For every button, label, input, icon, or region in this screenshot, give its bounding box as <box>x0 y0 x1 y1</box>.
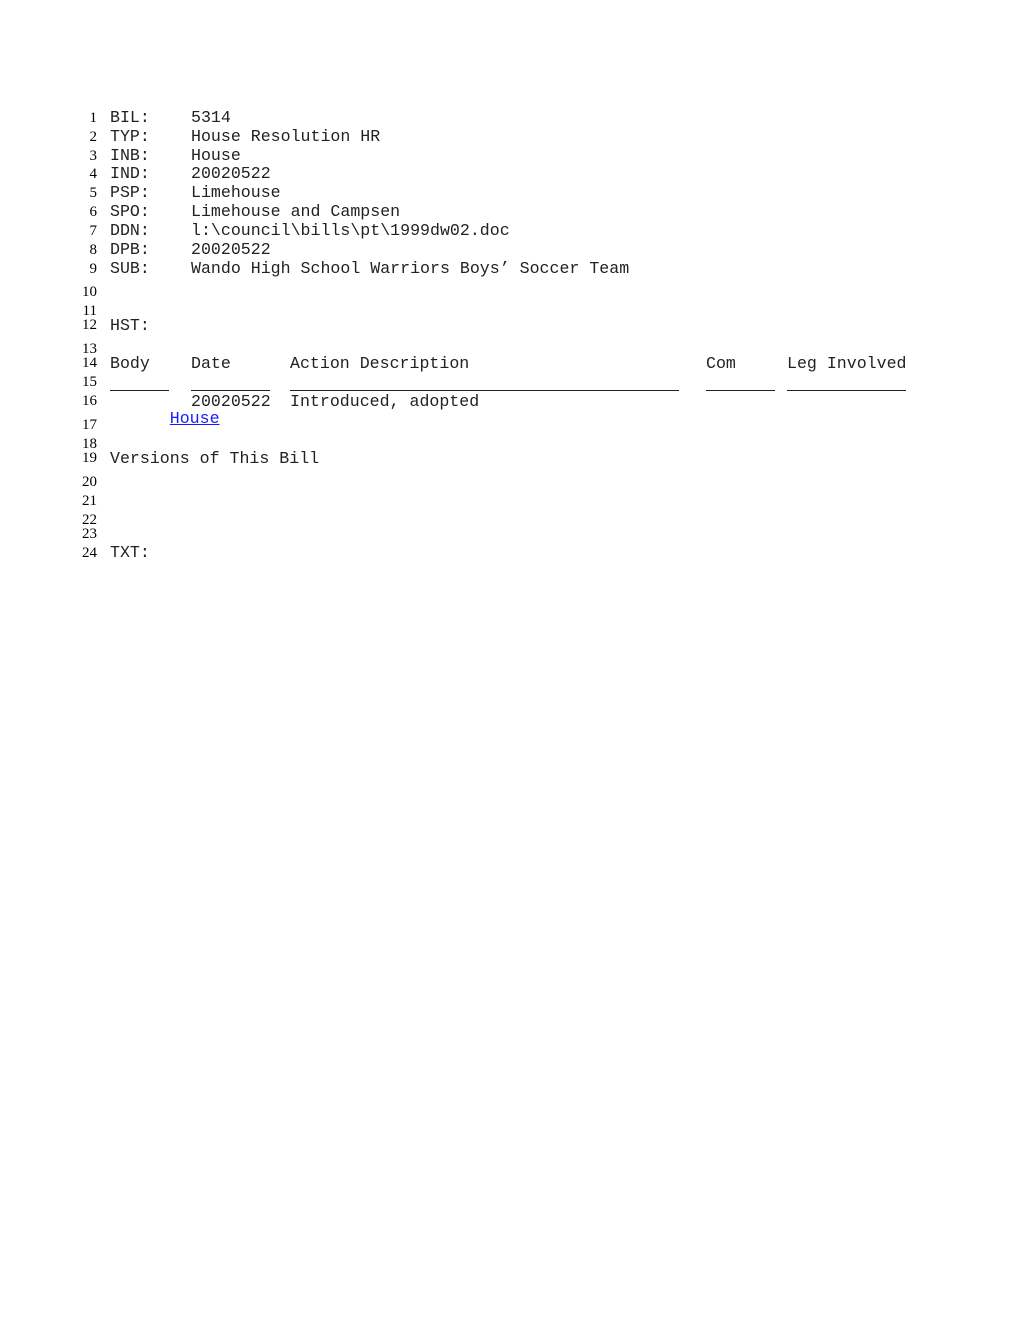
line-number: 24 <box>82 545 97 561</box>
line-number: 1 <box>89 110 98 126</box>
line-number: 20 <box>82 474 97 490</box>
line-number: 23 <box>82 526 97 542</box>
field-label-ddn: DDN: <box>110 221 150 240</box>
column-header-date: Date <box>191 354 231 373</box>
divider <box>787 390 906 391</box>
field-value-psp: Limehouse <box>191 183 281 202</box>
line-number: 10 <box>82 284 97 300</box>
field-value-dpb: 20020522 <box>191 240 271 259</box>
field-value-spo: Limehouse and Campsen <box>191 202 401 221</box>
history-label: HST: <box>110 316 150 335</box>
line-number: 19 <box>82 450 97 466</box>
line-number: 12 <box>82 317 97 333</box>
column-header-leg: Leg Involved <box>787 354 907 373</box>
divider <box>290 390 679 391</box>
divider <box>706 390 775 391</box>
line-number: 2 <box>89 129 98 145</box>
column-header-com: Com <box>706 354 736 373</box>
line-number: 15 <box>82 374 97 390</box>
line-number: 3 <box>89 148 98 164</box>
field-label-ind: IND: <box>110 164 150 183</box>
line-number: 8 <box>89 242 98 258</box>
line-number: 14 <box>82 355 97 371</box>
line-number: 4 <box>89 166 98 182</box>
line-number: 7 <box>89 223 98 239</box>
field-value-inb: House <box>191 146 241 165</box>
field-value-typ: House Resolution HR <box>191 127 381 146</box>
field-value-sub: Wando High School Warriors Boys’ Soccer … <box>191 259 630 278</box>
house-link[interactable]: House <box>170 409 220 428</box>
line-number: 16 <box>82 393 97 409</box>
field-label-bil: BIL: <box>110 108 150 127</box>
cell-action: Introduced, adopted <box>290 392 480 411</box>
line-number: 21 <box>82 493 97 509</box>
field-value-bil: 5314 <box>191 108 231 127</box>
column-header-body: Body <box>110 354 150 373</box>
line-number: 6 <box>89 204 98 220</box>
field-label-psp: PSP: <box>110 183 150 202</box>
field-label-sub: SUB: <box>110 259 150 278</box>
field-label-inb: INB: <box>110 146 150 165</box>
field-label-dpb: DPB: <box>110 240 150 259</box>
line-number: 5 <box>89 185 98 201</box>
divider <box>110 390 169 391</box>
line-number: 9 <box>89 261 98 277</box>
field-value-ind: 20020522 <box>191 164 271 183</box>
field-label-typ: TYP: <box>110 127 150 146</box>
line-number: 17 <box>82 417 97 433</box>
text-label: TXT: <box>110 543 150 562</box>
field-label-spo: SPO: <box>110 202 150 221</box>
cell-date: 20020522 <box>191 392 271 411</box>
divider <box>191 390 270 391</box>
field-value-ddn: l:\council\bills\pt\1999dw02.doc <box>191 221 510 240</box>
column-header-action: Action Description <box>290 354 470 373</box>
versions-heading: Versions of This Bill <box>110 449 320 468</box>
